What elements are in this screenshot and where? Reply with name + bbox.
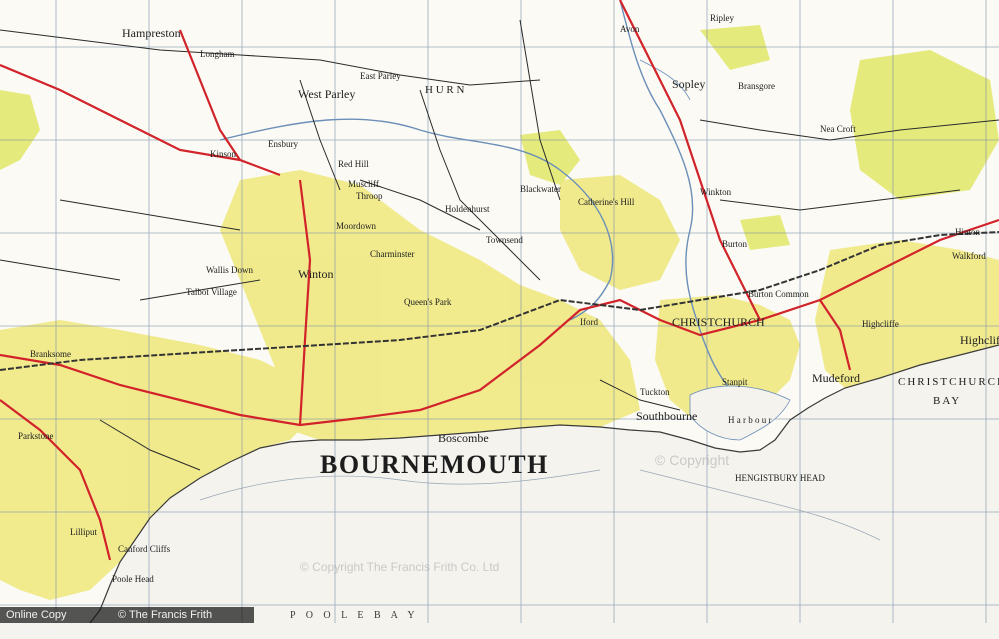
label-parkstone: Parkstone xyxy=(18,431,54,441)
label-kinson: Kinson xyxy=(210,149,237,159)
label-lilliput: Lilliput xyxy=(70,527,97,537)
label-tuckton: Tuckton xyxy=(640,387,670,397)
label-burton-common: Burton Common xyxy=(748,289,809,299)
label-walkford: Walkford xyxy=(952,251,986,261)
label-east-parley: East Parley xyxy=(360,71,401,81)
footer-online-copy: Online Copy Reduction xyxy=(0,607,112,637)
label-southbourne: Southbourne xyxy=(636,409,698,423)
label-hengistbury-head: HENGISTBURY HEAD xyxy=(735,473,825,483)
label-wallisdown: Wallis Down xyxy=(206,265,254,275)
label-winton: Winton xyxy=(298,267,334,281)
label-hinton: Hinton xyxy=(955,227,981,237)
label-iford: Iford xyxy=(580,317,598,327)
label-branksome: Branksome xyxy=(30,349,71,359)
label-hampreston: Hampreston xyxy=(122,26,181,40)
label-mudeford: Mudeford xyxy=(812,371,860,385)
label-longham: Longham xyxy=(200,49,235,59)
label-highcliffe-village: Highcliffe xyxy=(862,319,899,329)
label-christchurch-bay-2: BAY xyxy=(933,395,962,407)
label-christchurch-bay-1: CHRISTCHURCH xyxy=(898,376,999,388)
label-sopley: Sopley xyxy=(672,77,706,91)
label-ripley: Ripley xyxy=(710,13,734,23)
copyright-watermark-long: © Copyright The Francis Frith Co. Ltd xyxy=(300,560,500,574)
label-bournemouth: BOURNEMOUTH xyxy=(320,450,549,479)
map-canvas xyxy=(0,0,999,623)
label-neacroft: Nea Croft xyxy=(820,124,856,134)
label-christchurch: CHRISTCHURCH xyxy=(672,315,765,329)
label-throop: Throop xyxy=(356,191,383,201)
label-redhill: Red Hill xyxy=(338,159,369,169)
label-boscombe: Boscombe xyxy=(438,431,489,445)
label-avon: Avon xyxy=(620,24,640,34)
map-frame: BOURNEMOUTH CHRISTCHURCH BAY P O O L E B… xyxy=(0,0,999,637)
footer-frith-collection: © The Francis Frith Collection xyxy=(112,607,254,637)
label-talbot-village: Talbot Village xyxy=(186,287,237,297)
label-hurn-district: H U R N xyxy=(425,84,465,96)
copyright-watermark: © Copyright xyxy=(655,452,730,468)
label-townsend: Townsend xyxy=(486,235,523,245)
label-blackwater: Blackwater xyxy=(520,184,561,194)
label-moordown: Moordown xyxy=(336,221,376,231)
label-bransgore: Bransgore xyxy=(738,81,775,91)
label-poole-head: Poole Head xyxy=(112,574,154,584)
label-highcliffe: Highclif xyxy=(960,333,999,347)
label-holdenhurst: Holdenhurst xyxy=(445,204,490,214)
label-canford-cliffs: Canford Cliffs xyxy=(118,544,171,554)
label-st-catherines-hill: Catherine's Hill xyxy=(578,197,635,207)
label-ensbury: Ensbury xyxy=(268,139,298,149)
label-burton: Burton xyxy=(722,239,748,249)
label-west-parley: West Parley xyxy=(298,87,356,101)
label-charminster: Charminster xyxy=(370,249,415,259)
label-muscliff: Muscliff xyxy=(348,179,379,189)
label-stanpit: Stanpit xyxy=(722,377,748,387)
label-winkton: Winkton xyxy=(700,187,732,197)
label-poole-bay: P O O L E B A Y xyxy=(290,610,419,621)
label-harbour: H a r b o u r xyxy=(728,415,772,425)
label-queens-park: Queen's Park xyxy=(404,297,452,307)
